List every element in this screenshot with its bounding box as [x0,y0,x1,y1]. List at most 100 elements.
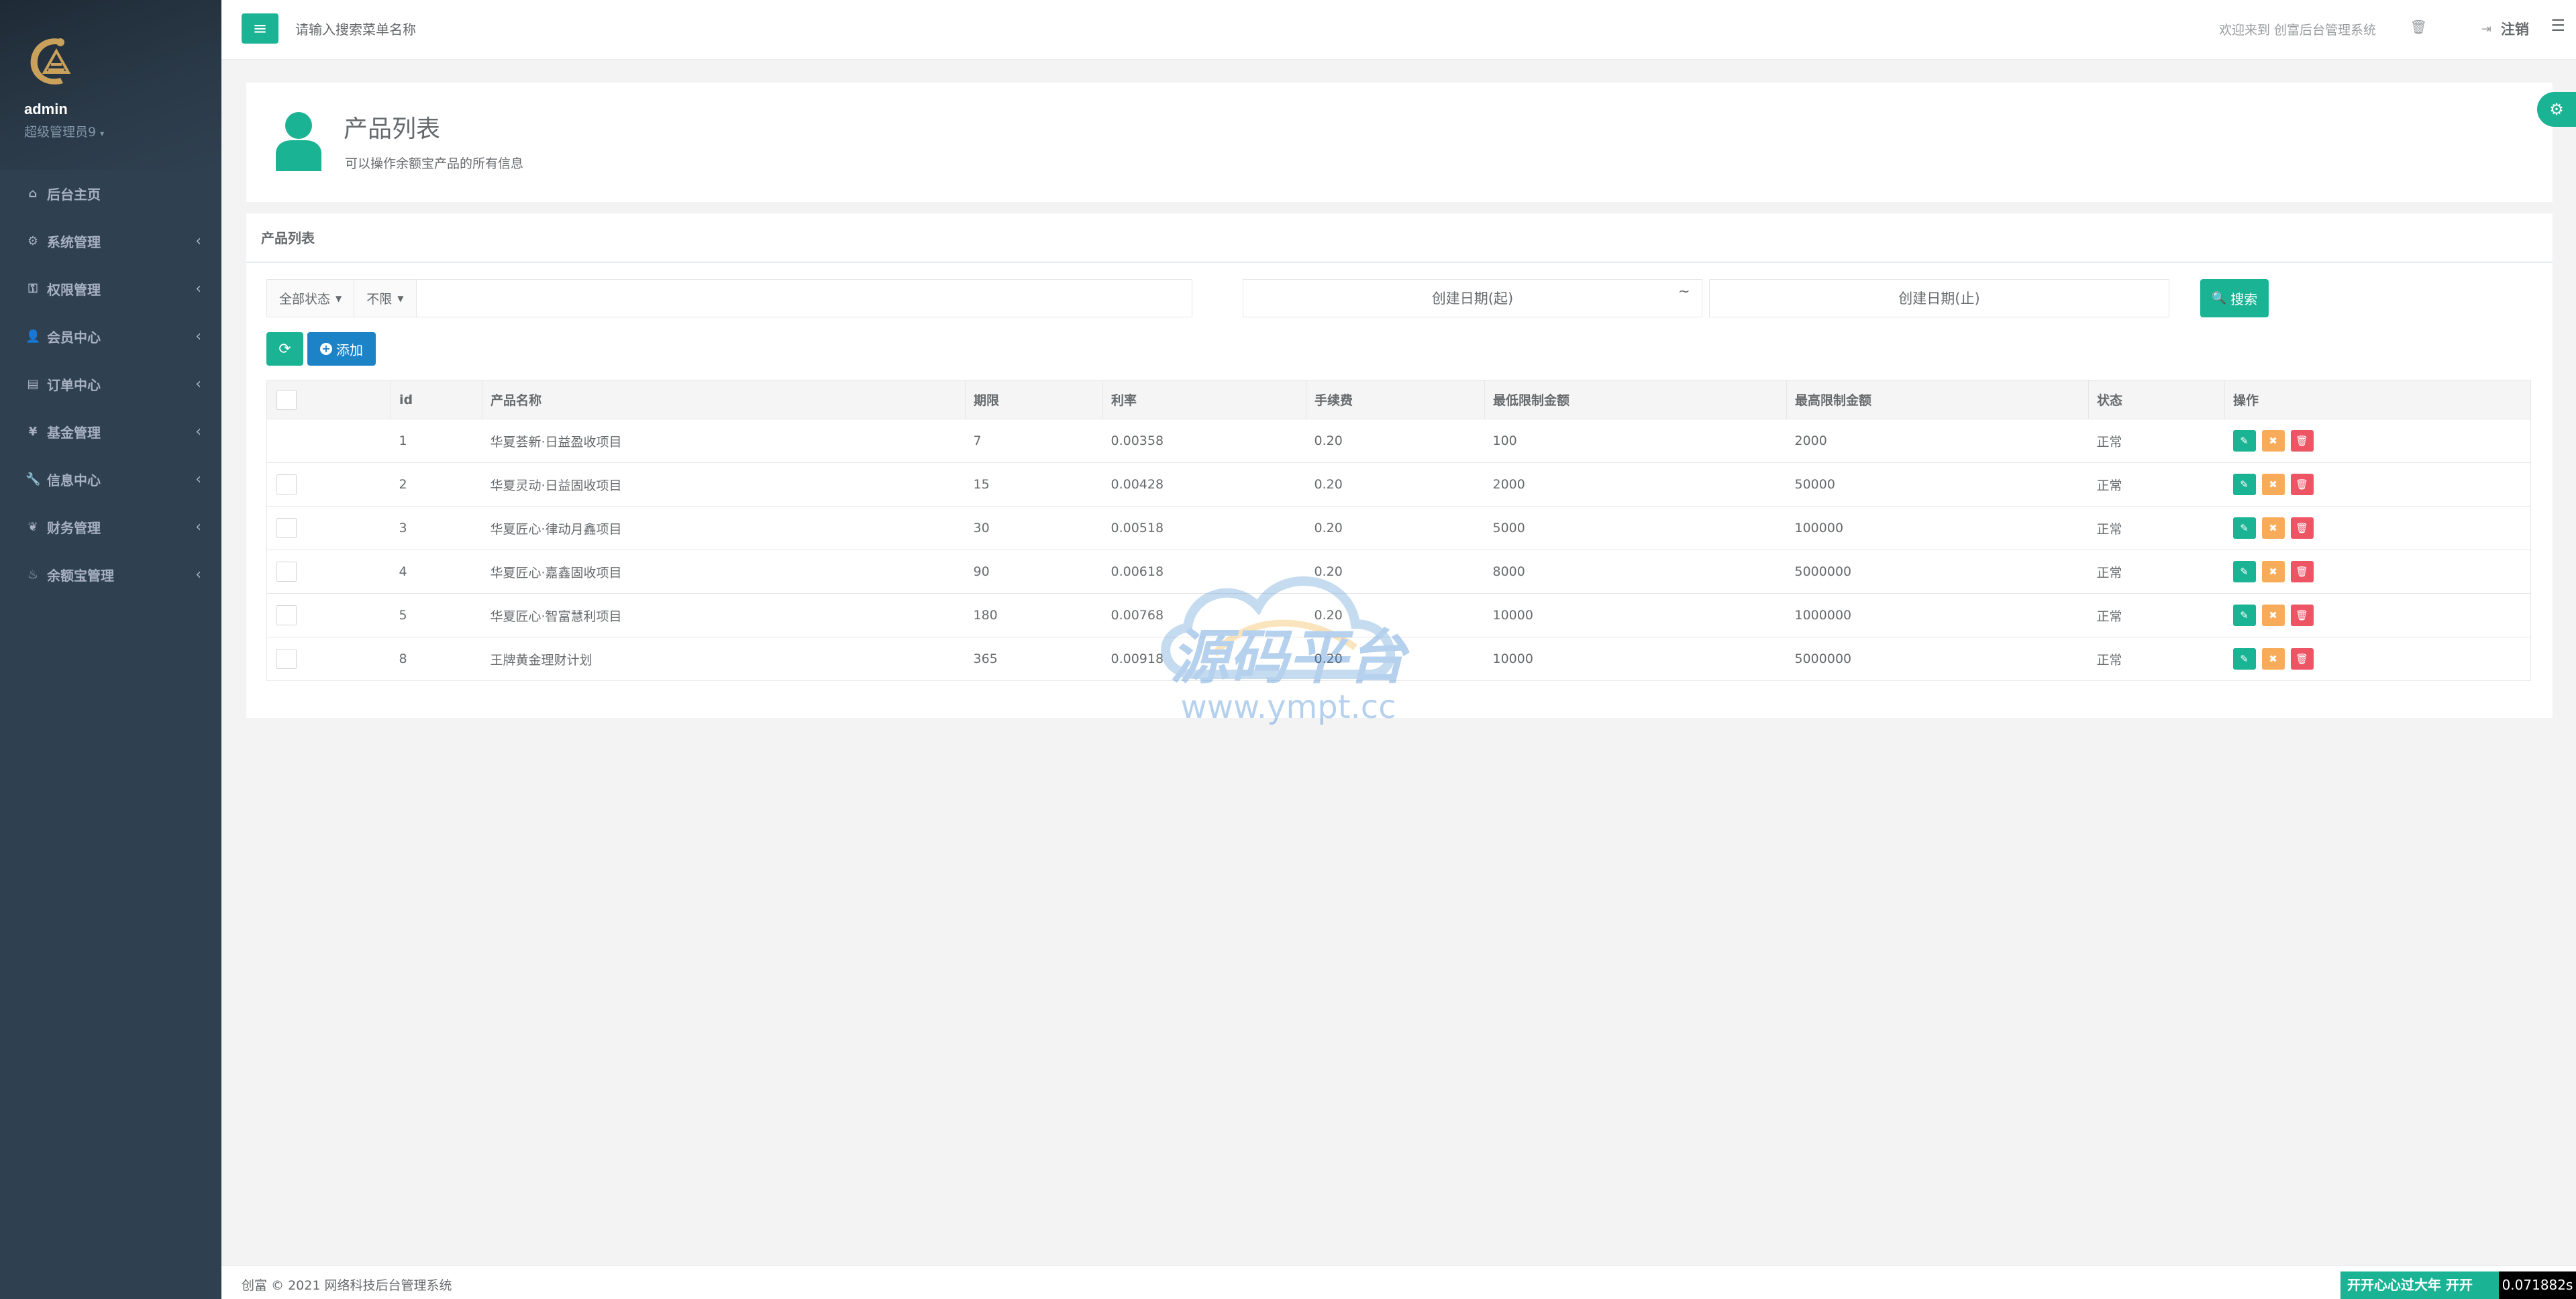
sidebar-item-7[interactable]: 🔧 信息中心 ‹ [0,456,221,503]
sidebar-item-4[interactable]: 👤 会员中心 ‹ [0,313,221,360]
row-checkbox[interactable] [276,649,297,669]
id-cell: 3 [391,506,482,550]
times-icon: ✖ [2269,435,2277,447]
sidebar-item-3[interactable]: ⚿ 权限管理 ‹ [0,265,221,313]
row-select-cell [266,637,391,681]
add-button-label: 添加 [336,342,363,358]
sidebar-item-1[interactable]: ⌂ 后台主页 [0,170,221,217]
bars-icon: ≡ [252,18,268,39]
refresh-button[interactable]: ⟳ [266,332,303,366]
fee-cell: 0.20 [1306,462,1485,507]
row-checkbox[interactable] [276,518,297,538]
max-amount-cell: 5000000 [1786,637,2089,681]
sidebar-item-5[interactable]: ▤ 订单中心 ‹ [0,360,221,408]
row-select-cell [266,462,391,507]
delete-button[interactable]: 🗑 [2290,561,2314,582]
column-header-status[interactable]: 状态 [2088,380,2225,419]
product-list-panel: 产品列表 全部状态 ▼ 不限 ▼ ~ 🔍 搜索 ⟳ + 添加 id 产品名称 [246,213,2553,718]
page-header: 产品列表 可以操作余额宝产品的所有信息 [246,83,2553,202]
sidebar-item-8[interactable]: ❦ 财务管理 ‹ [0,503,221,551]
user-role-dropdown[interactable]: 超级管理员9 ▾ [24,122,221,140]
column-header-name[interactable]: 产品名称 [482,380,966,419]
sidebar-item-label: 系统管理 [47,234,101,250]
table-row: 3 华夏匠心·律动月鑫项目 30 0.00518 0.20 5000 100000 正常 ✎ ✖ 🗑 [266,506,2531,550]
rate-cell: 0.00428 [1102,462,1306,507]
user-icon: 👤 [25,329,41,344]
start-date-input[interactable] [1243,279,1702,317]
disable-button[interactable]: ✖ [2261,474,2285,495]
name-cell: 华夏灵动·日益固收项目 [482,462,966,507]
disable-button[interactable]: ✖ [2261,605,2285,626]
pencil-icon: ✎ [2240,566,2249,578]
id-cell: 4 [391,550,482,594]
add-button[interactable]: + 添加 [307,332,376,366]
sidebar-item-2[interactable]: ⚙ 系统管理 ‹ [0,217,221,265]
disable-button[interactable]: ✖ [2261,517,2285,539]
disable-button[interactable]: ✖ [2261,561,2285,582]
search-button[interactable]: 🔍 搜索 [2200,279,2269,317]
menu-toggle-button[interactable]: ≡ [242,13,278,44]
limit-filter-label: 不限 [366,292,393,307]
edit-button[interactable]: ✎ [2232,605,2256,626]
cogs-icon: ⚙ [27,234,39,248]
caret-down-icon: ▼ [397,293,404,303]
delete-button[interactable]: 🗑 [2290,648,2314,670]
delete-button[interactable]: 🗑 [2290,430,2314,452]
keyword-input[interactable] [416,280,1192,317]
edit-button[interactable]: ✎ [2232,430,2256,452]
theme-settings-button[interactable]: ⚙ [2537,92,2576,127]
sidebar-item-6[interactable]: ¥ 基金管理 ‹ [0,408,221,456]
times-icon: ✖ [2269,566,2277,578]
min-amount-cell: 5000 [1484,506,1787,550]
end-date-input[interactable] [1709,279,2169,317]
logout-link[interactable]: ⇥ 注销 [2481,19,2529,39]
row-select-cell [266,506,391,550]
status-cell: 正常 [2088,462,2225,507]
column-header-max-amount[interactable]: 最高限制金额 [1786,380,2089,419]
fee-cell: 0.20 [1306,550,1485,594]
disable-button[interactable]: ✖ [2261,648,2285,670]
column-header-term[interactable]: 期限 [965,380,1103,419]
edit-button[interactable]: ✎ [2232,648,2256,670]
times-icon: ✖ [2269,653,2277,665]
min-amount-cell: 10000 [1484,637,1787,681]
name-cell: 华夏匠心·嘉鑫固收项目 [482,550,966,594]
select-all-checkbox[interactable] [276,389,297,410]
row-select-cell [266,419,391,463]
sidebar-menu: ⌂ 后台主页 ⚙ 系统管理 ‹ ⚿ 权限管理 ‹ 👤 会员中心 ‹ ▤ 订单中心 ‹ ¥ 基金管理 ‹ 🔧 信息中心… [0,170,221,599]
fee-cell: 0.20 [1306,506,1485,550]
column-header-id[interactable]: id [391,380,482,419]
edit-button[interactable]: ✎ [2232,561,2256,582]
edit-button[interactable]: ✎ [2232,517,2256,539]
column-header-fee[interactable]: 手续费 [1306,380,1485,419]
actions-cell: ✎ ✖ 🗑 [2224,506,2531,550]
leaf-icon: ❦ [28,520,38,534]
status-cell: 正常 [2088,550,2225,594]
times-icon: ✖ [2269,478,2277,490]
status-cell: 正常 [2088,593,2225,637]
sidebar-item-label: 财务管理 [47,520,101,536]
menu-search-input[interactable] [295,17,765,42]
sidebar-item-9[interactable]: ♨ 余额宝管理 ‹ [0,551,221,599]
row-checkbox[interactable] [276,562,297,582]
term-cell: 180 [965,593,1103,637]
id-cell: 8 [391,637,482,681]
status-filter-dropdown[interactable]: 全部状态 ▼ [267,280,355,317]
edit-button[interactable]: ✎ [2232,474,2256,495]
limit-filter-dropdown[interactable]: 不限 ▼ [354,280,417,317]
user-role-label: 超级管理员9 [24,125,97,140]
actions-cell: ✎ ✖ 🗑 [2224,637,2531,681]
delete-button[interactable]: 🗑 [2290,474,2314,495]
row-checkbox[interactable] [276,605,297,625]
column-header-min-amount[interactable]: 最低限制金额 [1484,380,1787,419]
delete-button[interactable]: 🗑 [2290,517,2314,539]
clear-cache-icon[interactable]: 🗑 [2410,19,2427,35]
disable-button[interactable]: ✖ [2261,430,2285,452]
rate-cell: 0.00768 [1102,593,1306,637]
delete-button[interactable]: 🗑 [2290,605,2314,626]
column-header-rate[interactable]: 利率 [1102,380,1306,419]
max-amount-cell: 1000000 [1786,593,2089,637]
caret-down-icon: ▼ [336,293,342,303]
right-sidebar-toggle-icon[interactable]: ☰ [2551,16,2565,35]
row-checkbox[interactable] [276,474,297,495]
